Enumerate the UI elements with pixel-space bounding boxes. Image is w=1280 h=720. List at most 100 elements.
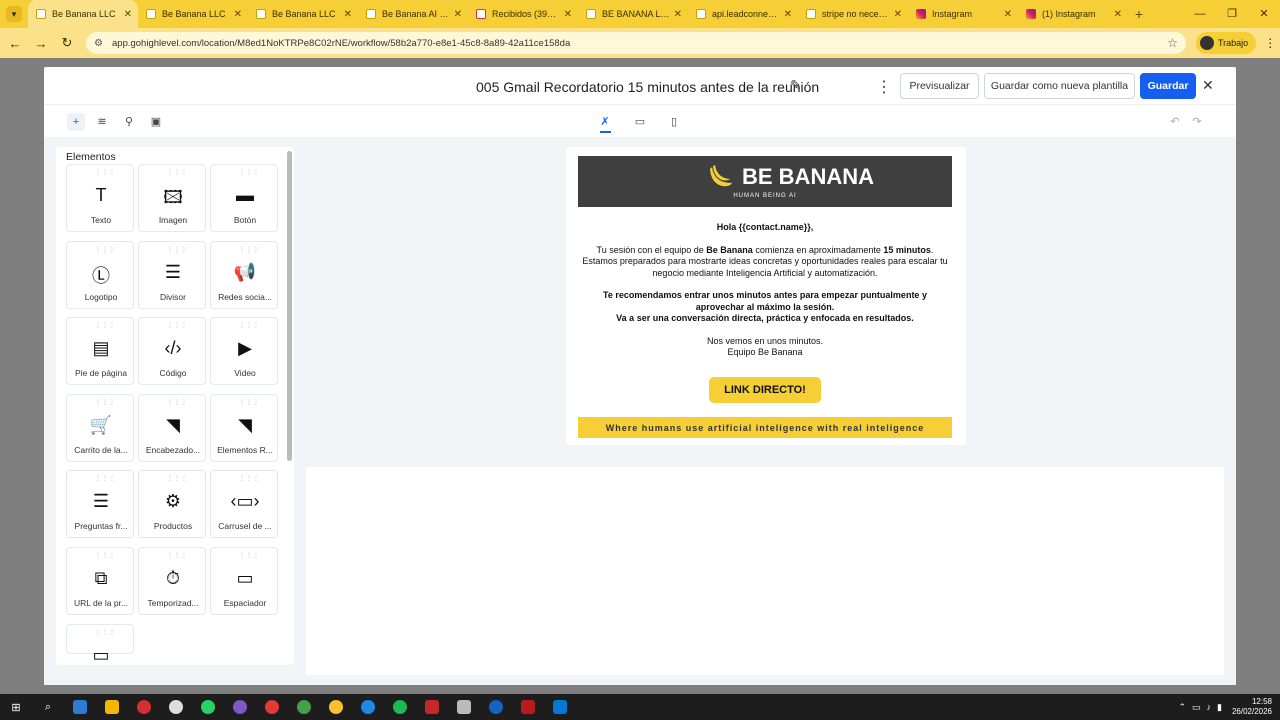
- drag-handle-icon[interactable]: ⋮⋮⋮: [95, 246, 116, 253]
- drag-handle-icon[interactable]: ⋮⋮⋮: [95, 169, 116, 176]
- element-card[interactable]: ⋮⋮⋮ 🖾 Imagen: [138, 164, 206, 232]
- battery-icon[interactable]: ▮: [1217, 702, 1222, 713]
- mobile-view-icon[interactable]: ▯: [665, 113, 683, 131]
- element-card[interactable]: ⋮⋮⋮ ⧉ URL de la pr...: [66, 547, 134, 615]
- save-as-template-button[interactable]: Guardar como nueva plantilla: [984, 73, 1135, 99]
- close-modal-icon[interactable]: ✕: [1202, 77, 1214, 94]
- drag-handle-icon[interactable]: ⋮⋮⋮: [95, 552, 116, 559]
- taskbar-app-icon[interactable]: [66, 697, 94, 717]
- browser-tab[interactable]: Be Banana AI - Sc ✕: [358, 0, 468, 28]
- drag-handle-icon[interactable]: ⋮⋮⋮: [167, 322, 188, 329]
- volume-icon[interactable]: ♪: [1207, 702, 1212, 712]
- element-card[interactable]: ⋮⋮⋮ ☰ Divisor: [138, 240, 206, 309]
- file-explorer-icon[interactable]: [98, 697, 126, 717]
- clock[interactable]: 12:58 26/02/2026: [1232, 697, 1272, 717]
- redo-icon[interactable]: ↷: [1188, 113, 1206, 131]
- chatgpt-icon[interactable]: [162, 697, 190, 717]
- close-tab-icon[interactable]: ✕: [1004, 9, 1012, 20]
- element-card[interactable]: ⋮⋮⋮ ▤ Pie de página: [66, 317, 134, 386]
- preview-button[interactable]: Previsualizar: [900, 73, 979, 99]
- drag-handle-icon[interactable]: ⋮⋮⋮: [239, 552, 260, 559]
- style-brush-icon[interactable]: ⚲: [120, 113, 138, 131]
- drag-handle-icon[interactable]: ⋮⋮⋮: [95, 399, 116, 406]
- browser-tab[interactable]: (1) Instagram ✕: [1018, 0, 1128, 28]
- element-card[interactable]: ⋮⋮⋮ ‹▭› Carrusel de ...: [210, 470, 278, 539]
- save-button[interactable]: Guardar: [1140, 73, 1196, 99]
- email-body[interactable]: Hola {{contact.name}}, Tu sesión con el …: [578, 222, 952, 370]
- reload-icon[interactable]: ↻: [56, 35, 78, 51]
- element-card[interactable]: ⋮⋮⋮ ☰ Preguntas fr...: [66, 470, 134, 539]
- browser-tab[interactable]: Recibidos (396) - ✕: [468, 0, 578, 28]
- bookmark-star-icon[interactable]: ☆: [1167, 36, 1178, 50]
- close-tab-icon[interactable]: ✕: [454, 9, 462, 20]
- taskbar-app-icon[interactable]: [130, 697, 158, 717]
- email-header[interactable]: BE BANANA HUMAN BEING AI: [578, 156, 952, 207]
- element-card[interactable]: ⋮⋮⋮ 🛒 Carrito de la...: [66, 393, 134, 462]
- browser-menu-icon[interactable]: ⋮: [1264, 36, 1276, 50]
- add-element-icon[interactable]: +: [67, 113, 85, 131]
- network-icon[interactable]: ▭: [1192, 702, 1201, 713]
- element-card[interactable]: ⋮⋮⋮ ⚙ Productos: [138, 470, 206, 539]
- drag-handle-icon[interactable]: ⋮⋮⋮: [239, 246, 260, 253]
- taskbar-app-icon[interactable]: [482, 697, 510, 717]
- drag-handle-icon[interactable]: ⋮⋮⋮: [167, 475, 188, 482]
- spotify-icon[interactable]: [386, 697, 414, 717]
- drag-handle-icon[interactable]: ⋮⋮⋮: [95, 322, 116, 329]
- desktop-view-icon[interactable]: ▭: [631, 113, 649, 131]
- windows-start-icon[interactable]: ⊞: [2, 697, 30, 717]
- element-card[interactable]: ⋮⋮⋮ Ⓛ Logotipo: [66, 240, 134, 309]
- close-tab-icon[interactable]: ✕: [674, 9, 682, 20]
- more-options-icon[interactable]: ⋮: [876, 77, 892, 97]
- drag-handle-icon[interactable]: ⋮⋮⋮: [167, 552, 188, 559]
- close-tab-icon[interactable]: ✕: [894, 9, 902, 20]
- close-tab-icon[interactable]: ✕: [344, 9, 352, 20]
- taskbar-app-icon[interactable]: [226, 697, 254, 717]
- drag-handle-icon[interactable]: ⋮⋮⋮: [167, 246, 188, 253]
- sidebar-scrollbar[interactable]: [287, 151, 292, 461]
- close-tab-icon[interactable]: ✕: [1114, 9, 1122, 20]
- chrome-icon[interactable]: [258, 697, 286, 717]
- close-tab-icon[interactable]: ✕: [784, 9, 792, 20]
- layers-icon[interactable]: ≋: [93, 113, 111, 131]
- cta-button[interactable]: LINK DIRECTO!: [709, 377, 821, 403]
- element-card[interactable]: ⋮⋮⋮ ▭: [66, 623, 134, 665]
- drag-handle-icon[interactable]: ⋮⋮⋮: [167, 169, 188, 176]
- drag-handle-icon[interactable]: ⋮⋮⋮: [95, 629, 116, 636]
- taskbar-app-icon[interactable]: [450, 697, 478, 717]
- profile-button[interactable]: Trabajo: [1196, 32, 1257, 54]
- element-card[interactable]: ⋮⋮⋮ ◥ Encabezado...: [138, 393, 206, 462]
- browser-tab[interactable]: Instagram ✕: [908, 0, 1018, 28]
- element-card[interactable]: ⋮⋮⋮ ▭ Espaciador: [210, 547, 278, 615]
- search-icon[interactable]: ⌕: [34, 697, 62, 717]
- chrome-icon[interactable]: [354, 697, 382, 717]
- email-footer-banner[interactable]: Where humans use artificial inteligence …: [578, 417, 952, 438]
- edit-mode-icon[interactable]: ✗: [596, 113, 614, 131]
- close-tab-icon[interactable]: ✕: [564, 9, 572, 20]
- vscode-icon[interactable]: [546, 697, 574, 717]
- undo-icon[interactable]: ↶: [1166, 113, 1184, 131]
- browser-tab[interactable]: BE BANANA LLC ✕: [578, 0, 688, 28]
- chrome-icon[interactable]: [290, 697, 318, 717]
- edit-title-icon[interactable]: ✎: [790, 77, 802, 94]
- tray-chevron-icon[interactable]: ⌃: [1178, 702, 1186, 713]
- whatsapp-icon[interactable]: [194, 697, 222, 717]
- email-preview[interactable]: BE BANANA HUMAN BEING AI Hola {{contact.…: [566, 147, 966, 445]
- element-card[interactable]: ⋮⋮⋮ ▶ Video: [210, 317, 278, 386]
- tab-search-icon[interactable]: ▾: [6, 6, 22, 22]
- close-tab-icon[interactable]: ✕: [234, 9, 242, 20]
- new-tab-button[interactable]: +: [1128, 6, 1150, 22]
- element-card[interactable]: ⋮⋮⋮ 📢 Redes socia...: [210, 240, 278, 309]
- save-draft-icon[interactable]: ▣: [147, 113, 165, 131]
- element-card[interactable]: ⋮⋮⋮ T Texto: [66, 164, 134, 232]
- element-card[interactable]: ⋮⋮⋮ ◥ Elementos R...: [210, 393, 278, 462]
- chrome-icon[interactable]: [322, 697, 350, 717]
- element-card[interactable]: ⋮⋮⋮ ⏱ Temporizad...: [138, 547, 206, 615]
- taskbar-app-icon[interactable]: [418, 697, 446, 717]
- drag-handle-icon[interactable]: ⋮⋮⋮: [239, 169, 260, 176]
- address-bar[interactable]: ⚙ app.gohighlevel.com/location/M8ed1NoKT…: [86, 32, 1186, 54]
- browser-tab[interactable]: Be Banana LLC ✕: [28, 0, 138, 28]
- drag-handle-icon[interactable]: ⋮⋮⋮: [239, 399, 260, 406]
- maximize-icon[interactable]: ❐: [1216, 0, 1248, 28]
- taskbar-app-icon[interactable]: [514, 697, 542, 717]
- forward-icon[interactable]: →: [30, 36, 52, 51]
